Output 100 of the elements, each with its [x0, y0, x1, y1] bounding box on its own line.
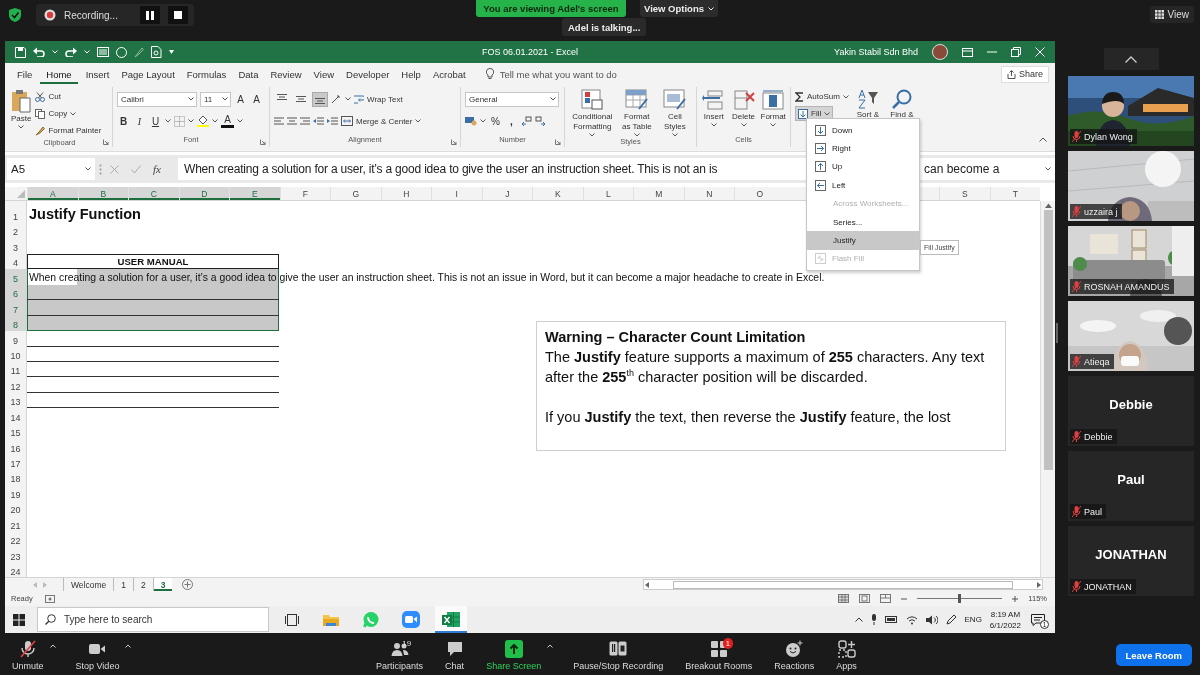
search-field[interactable]: Type here to search [37, 607, 269, 632]
column-header[interactable]: B [77, 187, 128, 200]
column-header[interactable]: M [633, 187, 684, 200]
caret-up-icon[interactable] [49, 643, 56, 648]
sheet-tab[interactable]: 3 [152, 578, 173, 591]
column-header[interactable]: H [380, 187, 431, 200]
font-color-button[interactable]: A [221, 114, 234, 128]
wrap-text-button[interactable]: Wrap Text [354, 91, 403, 107]
format-as-table-button[interactable]: Format as Table [619, 87, 654, 137]
close-icon[interactable] [1035, 47, 1045, 57]
horizontal-scrollbar[interactable] [643, 579, 1043, 590]
undo-icon[interactable] [33, 47, 45, 57]
column-header[interactable]: I [431, 187, 482, 200]
scroll-thumb[interactable] [1043, 210, 1053, 470]
delete-cells-button[interactable]: Delete [730, 87, 757, 135]
increase-decimal-icon[interactable] [521, 116, 532, 126]
increase-indent-icon[interactable] [327, 116, 338, 126]
notification-icon[interactable] [1031, 613, 1045, 626]
column-header[interactable]: C [128, 187, 179, 200]
recording-button[interactable]: Pause/Stop Recording [571, 639, 666, 671]
accounting-icon[interactable] [465, 116, 477, 126]
scroll-up-button[interactable] [1103, 48, 1159, 70]
scroll-thumb[interactable] [673, 580, 1013, 589]
menu-tab[interactable]: View [307, 63, 341, 85]
row-header[interactable]: 18 [5, 470, 27, 486]
row-header[interactable]: 2 [5, 223, 27, 239]
column-header[interactable]: O [734, 187, 785, 200]
underline-button[interactable]: U [149, 113, 162, 129]
clock-date[interactable]: 6/1/2022 [989, 619, 1021, 631]
menu-tab[interactable]: Data [232, 63, 265, 85]
customize-icon[interactable] [169, 50, 174, 54]
zoom-in-icon[interactable] [1012, 595, 1019, 602]
panel-resize-handle[interactable] [1056, 323, 1058, 343]
column-header[interactable]: D [178, 187, 229, 200]
grow-font-button[interactable]: A [234, 91, 247, 107]
dialog-launcher-icon[interactable] [555, 139, 561, 145]
menu-item[interactable]: Up [807, 157, 919, 177]
page-layout-icon[interactable] [859, 594, 871, 603]
stop-button[interactable] [167, 6, 188, 24]
leave-room-button[interactable]: Leave Room [1115, 644, 1192, 666]
share-screen-button[interactable]: Share Screen [484, 639, 544, 671]
dialog-launcher-icon[interactable] [260, 139, 266, 145]
column-header[interactable]: T [989, 187, 1040, 200]
language-indicator[interactable]: ENG [964, 615, 982, 624]
slider-thumb[interactable] [958, 594, 962, 603]
chevron-up-icon[interactable] [854, 617, 863, 622]
chat-button[interactable]: Chat [443, 639, 467, 671]
avatar[interactable] [932, 44, 948, 60]
normal-view-icon[interactable] [838, 594, 850, 603]
row-header[interactable]: 23 [5, 547, 27, 563]
conditional-formatting-button[interactable]: Conditional Formatting [569, 87, 616, 137]
windows-start-icon[interactable] [13, 613, 25, 626]
dialog-launcher-icon[interactable] [103, 139, 109, 145]
column-header[interactable]: E [229, 187, 280, 200]
wifi-icon[interactable] [905, 614, 918, 625]
row-header[interactable]: 19 [5, 485, 27, 501]
menu-tab[interactable]: Acrobat [426, 63, 472, 85]
row-header[interactable]: 9 [5, 331, 27, 347]
menu-tab[interactable]: Formulas [180, 63, 233, 85]
unmute-button[interactable]: Unmute [10, 639, 46, 671]
battery-icon[interactable] [884, 616, 898, 623]
save-icon[interactable] [15, 46, 26, 58]
macro-record-icon[interactable] [44, 594, 55, 603]
menu-item[interactable]: Series... [807, 212, 919, 232]
column-header[interactable]: G [330, 187, 381, 200]
row-header[interactable]: 12 [5, 377, 27, 393]
microphone-icon[interactable] [870, 614, 877, 625]
ribbon-display-icon[interactable] [962, 47, 973, 57]
redo-icon[interactable] [65, 47, 77, 57]
column-header[interactable]: F [279, 187, 330, 200]
print-preview-icon[interactable] [151, 46, 162, 58]
new-sheet-icon[interactable] [182, 579, 194, 590]
form-icon[interactable] [97, 47, 109, 57]
align-bottom-button[interactable] [312, 91, 328, 107]
menu-item[interactable]: Justify [807, 231, 919, 250]
clock-time[interactable]: 8:19 AM [990, 608, 1021, 620]
row-header[interactable]: 14 [5, 408, 27, 424]
merge-center-button[interactable]: Merge & Center [341, 113, 422, 129]
column-header[interactable]: K [532, 187, 583, 200]
column-header[interactable]: N [683, 187, 734, 200]
participants-button[interactable]: 19 Participants [374, 639, 426, 671]
decrease-decimal-icon[interactable] [535, 116, 546, 126]
column-header[interactable]: L [582, 187, 633, 200]
decrease-indent-icon[interactable] [313, 116, 324, 126]
share-button[interactable]: Share [1000, 65, 1049, 83]
row-header[interactable]: 7 [5, 300, 27, 316]
autosum-button[interactable]: AutoSum [795, 89, 849, 104]
taskbar-app[interactable] [435, 606, 467, 633]
font-name-field[interactable]: Calibri [117, 91, 197, 107]
insert-function-button[interactable]: fx [153, 163, 161, 175]
menu-tab[interactable]: File [11, 63, 39, 85]
menu-tab[interactable]: Help [395, 63, 427, 85]
speaker-icon[interactable] [925, 614, 938, 625]
format-cells-button[interactable]: Format [760, 87, 786, 135]
percent-button[interactable]: % [489, 113, 502, 129]
column-header[interactable]: S [939, 187, 990, 200]
number-format-field[interactable]: General [465, 91, 559, 107]
shrink-font-button[interactable]: A [250, 91, 263, 107]
menu-tab[interactable]: Insert [79, 63, 116, 85]
name-box[interactable]: A5 [7, 158, 95, 180]
